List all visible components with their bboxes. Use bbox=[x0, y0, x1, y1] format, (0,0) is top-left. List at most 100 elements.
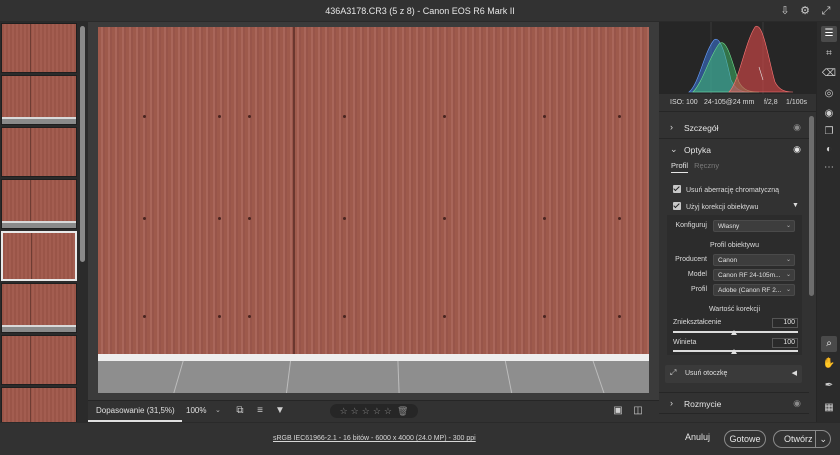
redeye-icon[interactable]: ◉ bbox=[821, 106, 837, 122]
filter-icon[interactable]: ▼ bbox=[273, 404, 287, 418]
checkbox-lens-correction[interactable]: Użyj korekcji obiektywu bbox=[673, 202, 758, 211]
thumbnail-ground bbox=[2, 117, 76, 124]
expand-icon[interactable]: ⤢ bbox=[818, 3, 834, 19]
crop-icon[interactable]: ⌗ bbox=[821, 46, 837, 62]
presets-icon[interactable]: ❐ bbox=[821, 124, 837, 140]
hand-icon[interactable]: ✋ bbox=[821, 356, 837, 372]
checkbox-aberration[interactable]: Usuń aberrację chromatyczną bbox=[673, 185, 779, 194]
chevron-down-icon[interactable]: ⌄ bbox=[815, 431, 827, 447]
checkbox-checked-icon[interactable] bbox=[673, 185, 681, 193]
chevron-down-icon: ⌄ bbox=[785, 223, 791, 229]
chevron-down-icon: ⌄ bbox=[785, 272, 791, 278]
thumbnail-image bbox=[2, 128, 76, 176]
photo-bolt bbox=[248, 315, 251, 318]
photo-bolt bbox=[218, 217, 221, 220]
photo-bolt bbox=[218, 115, 221, 118]
collapse-triangle-icon[interactable]: ◀ bbox=[792, 369, 797, 377]
photo-bolt bbox=[343, 217, 346, 220]
photo-bolt bbox=[618, 315, 621, 318]
panel-scrollbar[interactable] bbox=[809, 116, 814, 296]
trash-icon[interactable]: 🗑 bbox=[397, 406, 408, 416]
thumbnail-image bbox=[2, 24, 76, 72]
workflow-options-link[interactable]: sRGB IEC61966-2.1 - 16 bitów - 6000 x 40… bbox=[273, 435, 476, 442]
more-icon[interactable]: ⋯ bbox=[821, 160, 837, 176]
photo-snow bbox=[98, 354, 649, 361]
zoom-dropdown-icon[interactable]: ⌄ bbox=[215, 406, 221, 414]
eraser-icon[interactable]: ⌫ bbox=[821, 66, 837, 82]
filmstrip-thumbnail[interactable] bbox=[1, 231, 77, 281]
konfiguruj-select[interactable]: Własny ⌄ bbox=[713, 220, 795, 232]
filmstrip-thumbnail[interactable] bbox=[1, 75, 77, 125]
zoom-icon[interactable]: ⌕ bbox=[821, 336, 837, 352]
thumbnail-seam bbox=[30, 128, 31, 176]
exif-aperture: f/2,8 bbox=[764, 99, 778, 106]
photo-bolt bbox=[543, 315, 546, 318]
distortion-label: Zniekształcenie bbox=[673, 319, 722, 326]
open-button[interactable]: Otwórz ⌄ bbox=[773, 430, 831, 448]
eye-icon[interactable]: ◉ bbox=[793, 144, 801, 155]
producent-select[interactable]: Canon ⌄ bbox=[713, 254, 795, 266]
snapshot-icon[interactable]: ◐ bbox=[821, 142, 837, 158]
gear-icon[interactable]: ⚙ bbox=[797, 3, 813, 19]
filmstrip-thumbnail[interactable] bbox=[1, 283, 77, 333]
filmstrip-thumbnail[interactable] bbox=[1, 23, 77, 73]
image-canvas[interactable] bbox=[88, 22, 659, 400]
fit-zoom-button[interactable]: Dopasowanie (31,5%) bbox=[88, 401, 182, 422]
vignette-value[interactable]: 100 bbox=[772, 338, 798, 348]
edit-icon[interactable]: ☰ bbox=[821, 26, 837, 42]
eye-icon[interactable]: ◉ bbox=[793, 122, 801, 133]
model-select[interactable]: Canon RF 24-105m... ⌄ bbox=[713, 269, 795, 281]
checkbox-label: Usuń aberrację chromatyczną bbox=[686, 187, 779, 194]
photo-bolt bbox=[618, 115, 621, 118]
chevron-right-icon: › bbox=[670, 122, 673, 132]
filmstrip-thumbnail[interactable] bbox=[1, 179, 77, 229]
star-rating[interactable]: ☆☆☆☆☆ bbox=[340, 406, 395, 416]
photo-bolt bbox=[543, 115, 546, 118]
thumbnail-ground bbox=[2, 221, 76, 228]
grid-icon[interactable]: ▦ bbox=[821, 400, 837, 416]
mask-icon[interactable]: ◎ bbox=[821, 86, 837, 102]
photo-bolt bbox=[143, 315, 146, 318]
export-icon[interactable]: ⇩ bbox=[777, 3, 793, 19]
thumbnail-image bbox=[2, 336, 76, 384]
section-rozmycie[interactable]: › Rozmycie ◉ bbox=[659, 392, 809, 414]
cancel-button[interactable]: Anuluj bbox=[685, 432, 710, 442]
collapse-triangle-icon[interactable]: ▼ bbox=[792, 202, 799, 209]
done-button[interactable]: Gotowe bbox=[724, 430, 766, 448]
before-after-icon[interactable]: ▣ bbox=[611, 404, 625, 418]
model-label: Model bbox=[687, 271, 707, 278]
filmstrip-scrollbar[interactable] bbox=[80, 26, 85, 262]
sampler-icon[interactable]: ✒ bbox=[821, 378, 837, 394]
sort-icon[interactable]: ≡ bbox=[253, 404, 267, 418]
photo-bolt bbox=[543, 217, 546, 220]
compare-icon[interactable]: ⧉ bbox=[233, 404, 247, 418]
photo-bolt bbox=[443, 115, 446, 118]
photo-preview[interactable] bbox=[98, 27, 649, 393]
section-label: Optyka bbox=[684, 145, 711, 155]
checkbox-label: Użyj korekcji obiektywu bbox=[686, 204, 759, 211]
eye-icon[interactable]: ◉ bbox=[793, 398, 801, 409]
lens-profile-panel: Konfiguruj Własny ⌄ Profil obiektywu Prod… bbox=[667, 215, 802, 355]
section-optyka[interactable]: ⌄ Optyka ◉ bbox=[659, 139, 809, 161]
rating-stars[interactable]: ☆☆☆☆☆ 🗑 bbox=[330, 404, 418, 418]
select-value: Własny bbox=[718, 223, 740, 230]
filmstrip-thumbnail[interactable] bbox=[1, 127, 77, 177]
section-szczegol[interactable]: › Szczegół ◉ bbox=[659, 117, 809, 139]
split-view-icon[interactable]: ◫ bbox=[631, 404, 645, 418]
distortion-value[interactable]: 100 bbox=[772, 318, 798, 328]
thumbnail-image bbox=[2, 388, 76, 422]
photo-bolt bbox=[218, 315, 221, 318]
tab-profil[interactable]: Profil bbox=[671, 161, 689, 173]
chevron-down-icon: ⌄ bbox=[670, 144, 678, 154]
filmstrip-thumbnail[interactable] bbox=[1, 387, 77, 422]
photo-seam bbox=[293, 27, 295, 357]
checkbox-checked-icon[interactable] bbox=[673, 202, 681, 210]
profil-select[interactable]: Adobe (Canon RF 2... ⌄ bbox=[713, 284, 795, 296]
tab-reczny[interactable]: Ręczny bbox=[694, 161, 719, 170]
remove-fringe-row[interactable]: ⤢ Usuń otoczkę ◀ bbox=[665, 365, 802, 383]
fringe-eyedropper-icon[interactable]: ⤢ bbox=[670, 368, 676, 378]
exif-lens: 24-105@24 mm bbox=[704, 99, 755, 106]
vignette-slider-thumb[interactable] bbox=[731, 349, 737, 354]
distortion-slider-thumb[interactable] bbox=[731, 330, 737, 335]
filmstrip-thumbnail[interactable] bbox=[1, 335, 77, 385]
